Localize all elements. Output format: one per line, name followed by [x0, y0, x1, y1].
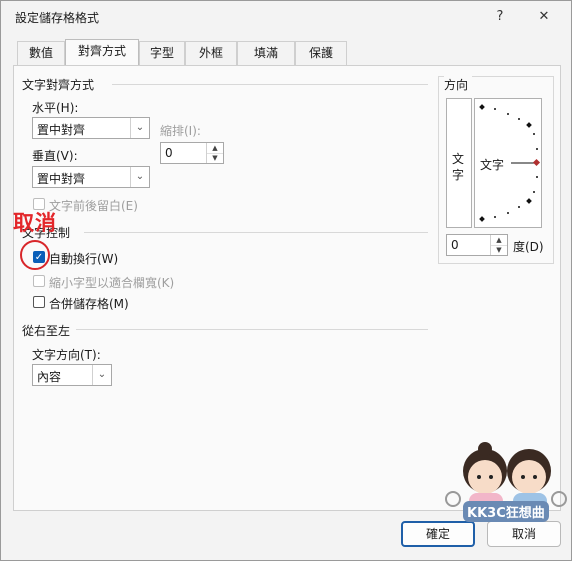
cancel-button[interactable]: 取消 — [487, 521, 561, 547]
shrink-to-fit-checkbox[interactable] — [33, 275, 45, 287]
vertical-dropdown[interactable]: 置中對齊 ⌄ — [32, 166, 150, 188]
vertical-label: 垂直(V): — [32, 149, 78, 163]
tab-border[interactable]: 外框 — [185, 41, 237, 65]
text-alignment-heading: 文字對齊方式 — [22, 78, 95, 92]
shrink-to-fit-label: 縮小字型以適合欄寬(K) — [49, 276, 175, 290]
justify-distributed-label: 文字前後留白(E) — [49, 199, 138, 213]
vertical-text-sample: 文字 — [452, 152, 465, 182]
section-divider — [112, 84, 428, 85]
horizontal-text-sample: 文字 — [480, 158, 505, 172]
rtl-heading: 從右至左 — [22, 324, 71, 338]
section-divider — [84, 232, 428, 233]
indent-spinner[interactable]: 0 ▲ ▼ — [160, 142, 224, 164]
ok-button[interactable]: 確定 — [401, 521, 475, 547]
text-direction-dropdown[interactable]: 內容 ⌄ — [32, 364, 112, 386]
dialog-title: 設定儲存格格式 — [15, 11, 100, 25]
horizontal-label: 水平(H): — [32, 101, 79, 115]
watermark-text: KK3C狂想曲 — [463, 501, 549, 522]
horizontal-value: 置中對齊 — [37, 123, 86, 137]
section-divider — [76, 329, 428, 330]
close-button[interactable]: ✕ — [531, 6, 557, 28]
format-cells-dialog: 設定儲存格格式 ? ✕ 數值 對齊方式 字型 外框 填滿 保護 文字對齊方式 水… — [0, 0, 572, 561]
wrap-text-label: 自動換行(W) — [49, 252, 119, 266]
degrees-spinner[interactable]: 0 ▲ ▼ — [446, 234, 508, 256]
tab-number[interactable]: 數值 — [17, 41, 65, 65]
merge-cells-checkbox[interactable] — [33, 296, 45, 308]
spinner-buttons: ▲ ▼ — [490, 235, 507, 255]
degrees-label: 度(D) — [513, 240, 544, 254]
tab-fill[interactable]: 填滿 — [237, 41, 295, 65]
spin-down-icon[interactable]: ▼ — [491, 245, 507, 255]
highlight-circle — [20, 240, 50, 270]
help-button[interactable]: ? — [487, 6, 513, 28]
tab-font[interactable]: 字型 — [139, 41, 185, 65]
orientation-dial[interactable]: 文字 — [474, 98, 542, 228]
text-direction-label: 文字方向(T): — [32, 348, 101, 362]
chevron-down-icon: ⌄ — [130, 118, 149, 138]
chevron-down-icon: ⌄ — [92, 365, 111, 385]
horizontal-dropdown[interactable]: 置中對齊 ⌄ — [32, 117, 150, 139]
spin-down-icon[interactable]: ▼ — [207, 153, 223, 163]
indent-value: 0 — [165, 146, 173, 160]
text-direction-value: 內容 — [37, 370, 62, 384]
tab-protection[interactable]: 保護 — [295, 41, 347, 65]
degrees-value: 0 — [451, 238, 459, 252]
merge-cells-label: 合併儲存格(M) — [49, 297, 129, 311]
cancel-annotation: 取消 — [13, 211, 57, 235]
title-bar: 設定儲存格格式 ? ✕ — [1, 1, 571, 33]
orientation-heading: 方向 — [444, 76, 473, 93]
chevron-down-icon: ⌄ — [130, 167, 149, 187]
tab-alignment[interactable]: 對齊方式 — [65, 39, 139, 66]
vertical-text-box[interactable]: 文字 — [446, 98, 472, 228]
vertical-value: 置中對齊 — [37, 172, 86, 186]
spinner-buttons: ▲ ▼ — [206, 143, 223, 163]
indent-label: 縮排(I): — [160, 124, 201, 138]
